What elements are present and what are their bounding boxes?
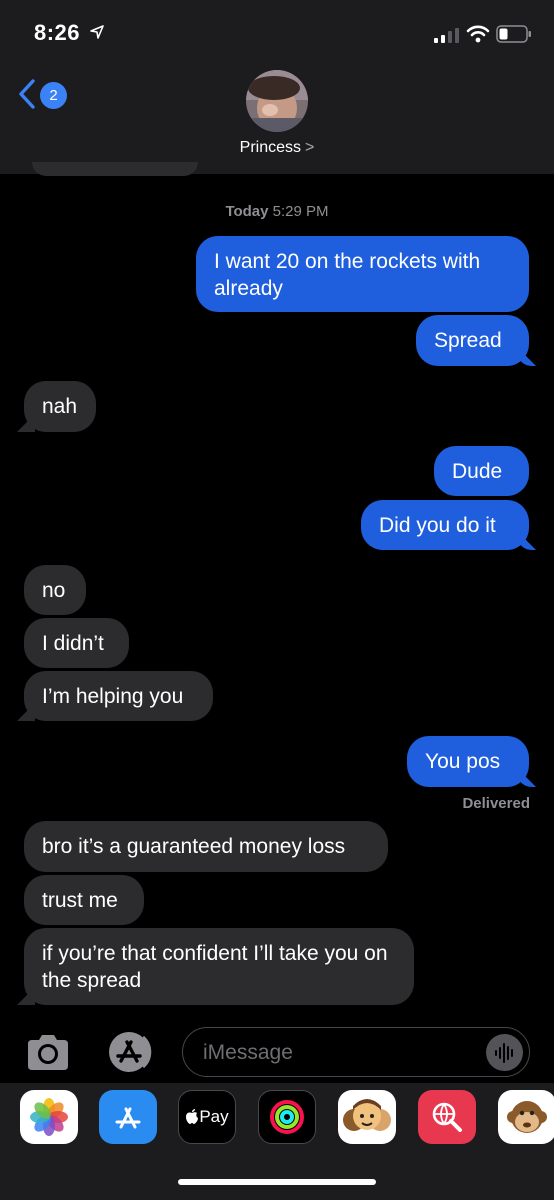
- contact-name[interactable]: Princess >: [0, 139, 554, 157]
- battery-icon: [496, 25, 531, 43]
- photos-icon: [30, 1098, 68, 1136]
- timestamp-time: 5:29 PM: [272, 203, 329, 220]
- location-arrow-icon: [90, 25, 104, 39]
- activity-app[interactable]: [258, 1090, 316, 1144]
- message-text: Did you do it: [379, 514, 496, 537]
- message-text: Dude: [452, 460, 503, 483]
- camera-icon[interactable]: [24, 1030, 72, 1074]
- app-store-icon: [115, 1107, 141, 1129]
- message-bubble-outgoing[interactable]: Did you do it: [361, 500, 529, 550]
- message-bubble-incoming[interactable]: no: [24, 565, 86, 615]
- contact-name-label: Princess: [239, 139, 301, 156]
- timestamp-day: Today: [225, 203, 269, 220]
- avatar-photo: [246, 70, 308, 132]
- message-bubble-incoming[interactable]: I’m helping you: [24, 671, 213, 721]
- message-text: I want 20 on the rockets with already: [214, 250, 481, 300]
- memoji-icon: [343, 1099, 391, 1131]
- message-bubble-incoming[interactable]: nah: [24, 381, 96, 432]
- apple-pay-icon: Pay: [185, 1107, 229, 1127]
- delivery-status: Delivered: [462, 795, 530, 812]
- image-search-app[interactable]: [418, 1090, 476, 1144]
- message-bubble-outgoing[interactable]: Dude: [434, 446, 529, 496]
- thread-timestamp: Today 5:29 PM: [0, 203, 554, 220]
- cellular-signal-icon: [434, 28, 459, 43]
- status-time: 8:26: [34, 20, 81, 45]
- memoji-app[interactable]: [338, 1090, 396, 1144]
- apple-pay-app[interactable]: Pay: [178, 1090, 236, 1144]
- wifi-icon: [466, 25, 490, 43]
- monkey-icon: [507, 1101, 547, 1133]
- imessage-input-field[interactable]: [182, 1027, 530, 1077]
- message-text: no: [42, 579, 66, 602]
- apple-logo-icon: [186, 1109, 199, 1124]
- message-text: I’m helping you: [42, 685, 184, 708]
- unread-count-badge[interactable]: 2: [40, 82, 67, 109]
- audio-message-button[interactable]: [486, 1034, 523, 1071]
- previous-message-partial: [32, 162, 198, 176]
- message-text: trust me: [42, 889, 118, 912]
- home-indicator[interactable]: [178, 1179, 376, 1185]
- message-input[interactable]: [201, 1038, 475, 1068]
- message-bubble-incoming[interactable]: I didn’t: [24, 618, 129, 668]
- animoji-app[interactable]: [498, 1090, 554, 1144]
- message-bubble-outgoing[interactable]: Spread: [416, 315, 529, 366]
- message-bubble-incoming[interactable]: bro it’s a guaranteed money loss: [24, 821, 388, 872]
- photos-app[interactable]: [20, 1090, 78, 1144]
- message-text: Spread: [434, 329, 502, 352]
- message-bubble-outgoing[interactable]: You pos: [407, 736, 529, 787]
- waveform-icon: [494, 1042, 513, 1063]
- globe-search-icon: [432, 1102, 462, 1132]
- back-chevron-icon[interactable]: [18, 79, 36, 109]
- apple-pay-label: Pay: [199, 1107, 229, 1126]
- app-store-app[interactable]: [99, 1090, 157, 1144]
- message-text: nah: [42, 395, 78, 418]
- message-bubble-incoming[interactable]: trust me: [24, 875, 144, 925]
- message-text: You pos: [425, 750, 501, 773]
- message-text: if you’re that confident I’ll take you o…: [42, 942, 388, 992]
- message-text: bro it’s a guaranteed money loss: [42, 835, 346, 858]
- contact-avatar[interactable]: [246, 70, 308, 132]
- activity-rings-icon: [270, 1100, 304, 1134]
- chevron-right-icon: >: [305, 139, 315, 156]
- message-bubble-outgoing[interactable]: I want 20 on the rockets with already: [196, 236, 529, 312]
- message-bubble-incoming[interactable]: if you’re that confident I’ll take you o…: [24, 928, 414, 1005]
- app-store-apps-icon[interactable]: [104, 1030, 154, 1074]
- message-text: I didn’t: [42, 632, 104, 655]
